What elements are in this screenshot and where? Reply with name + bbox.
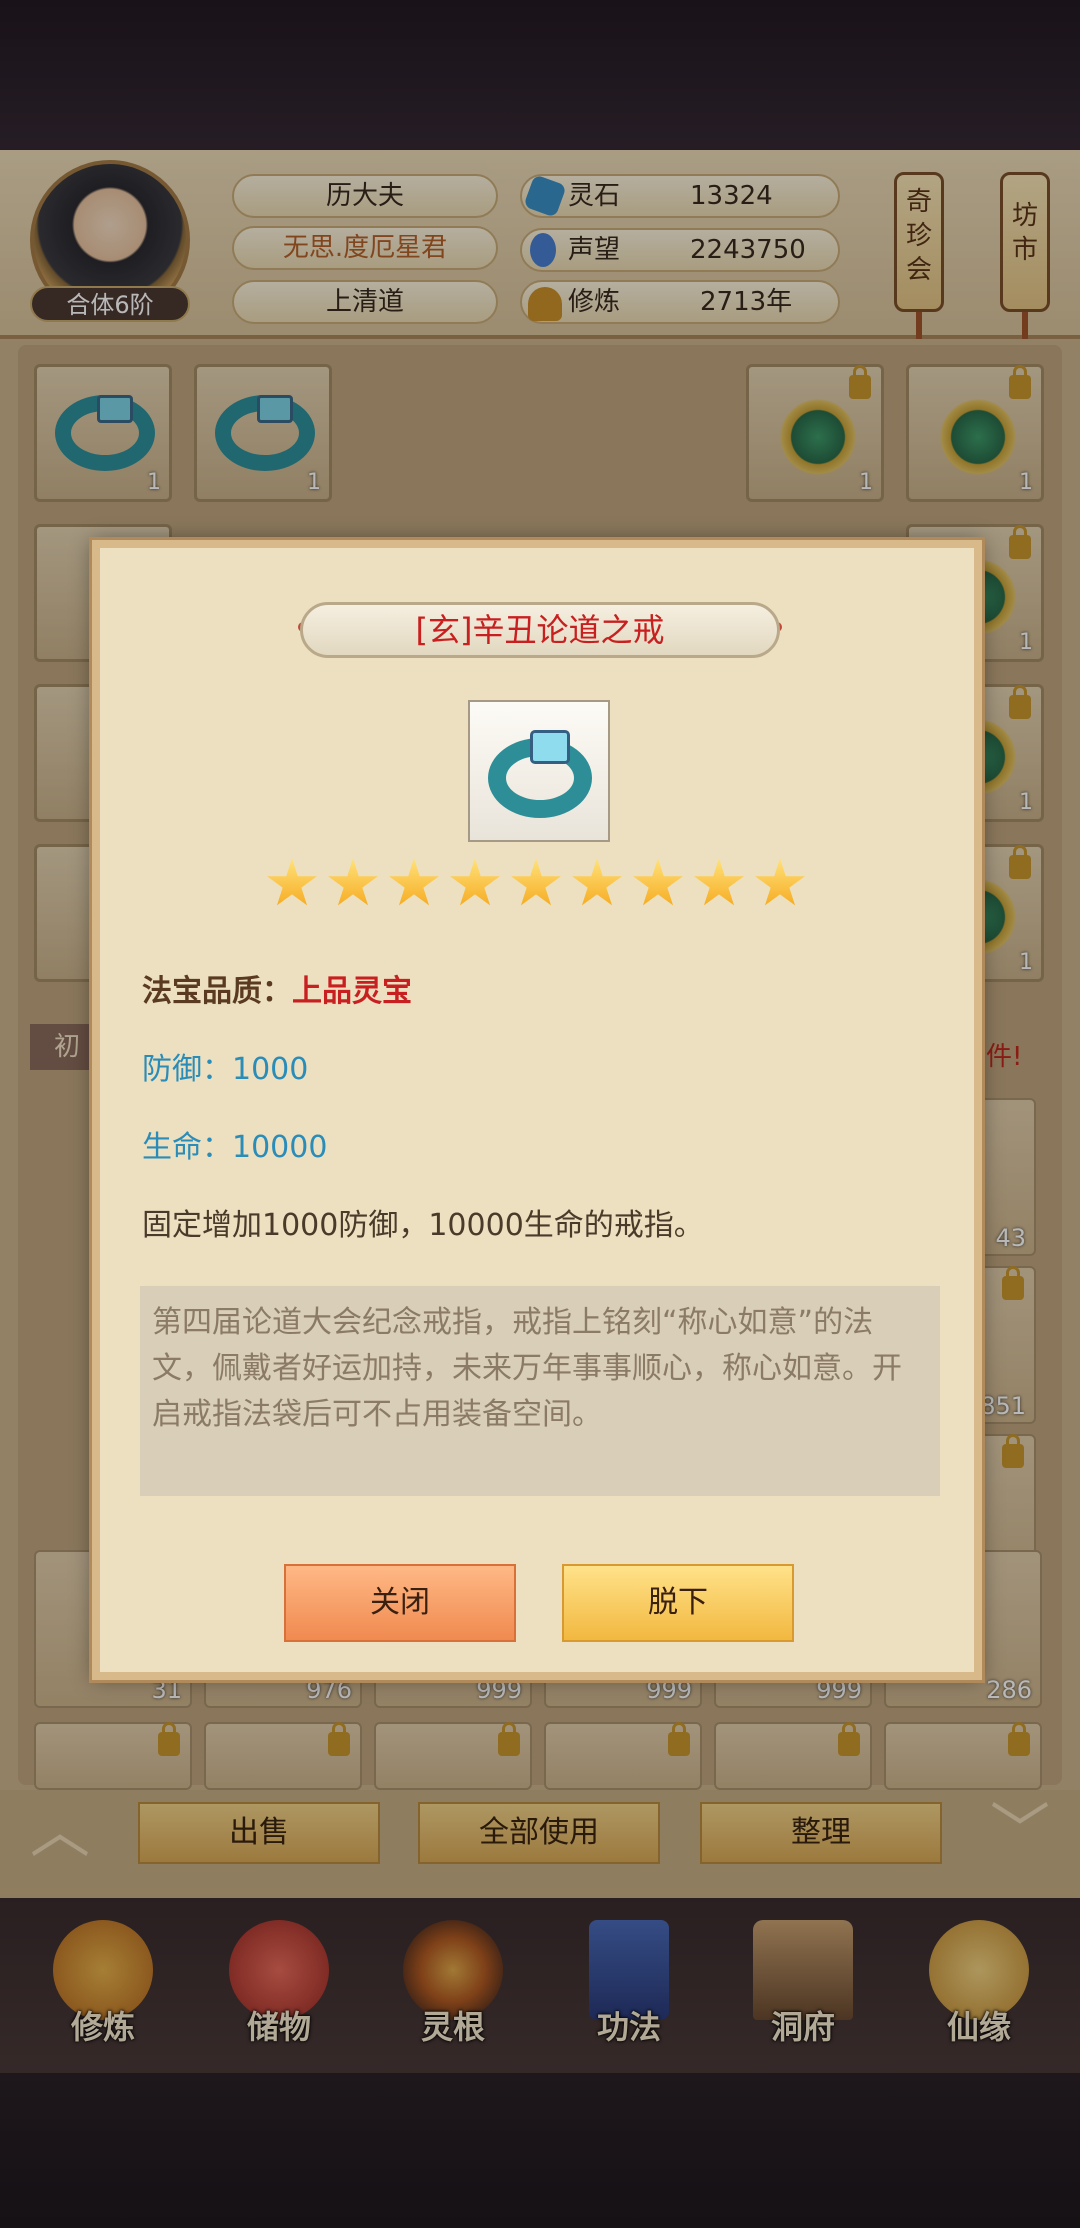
quality-row: 法宝品质：上品灵宝 <box>142 966 412 1010</box>
defense-label: 防御： <box>142 1052 232 1087</box>
close-button[interactable]: 关闭 <box>284 1564 516 1642</box>
star-icon <box>755 858 805 906</box>
defense-row: 防御：1000 <box>142 1044 308 1088</box>
quality-value: 上品灵宝 <box>292 974 412 1009</box>
life-label: 生命： <box>142 1130 232 1165</box>
star-icon <box>511 858 561 906</box>
star-icon <box>572 858 622 906</box>
star-rating <box>266 858 816 918</box>
life-row: 生命：10000 <box>142 1122 327 1166</box>
item-icon-frame <box>468 700 610 842</box>
item-description: 第四届论道大会纪念戒指，戒指上铭刻“称心如意”的法文，佩戴者好运加持，未来万年事… <box>140 1286 940 1496</box>
item-title: [玄]辛丑论道之戒 <box>300 602 780 658</box>
star-icon <box>450 858 500 906</box>
ring-icon <box>488 730 592 818</box>
star-icon <box>267 858 317 906</box>
life-value: 10000 <box>232 1130 328 1165</box>
unequip-button[interactable]: 脱下 <box>562 1564 794 1642</box>
effect-text: 固定增加1000防御，10000生命的戒指。 <box>142 1208 704 1243</box>
defense-value: 1000 <box>232 1052 309 1087</box>
quality-label: 法宝品质： <box>142 974 292 1009</box>
star-icon <box>694 858 744 906</box>
star-icon <box>328 858 378 906</box>
star-icon <box>389 858 439 906</box>
star-icon <box>633 858 683 906</box>
